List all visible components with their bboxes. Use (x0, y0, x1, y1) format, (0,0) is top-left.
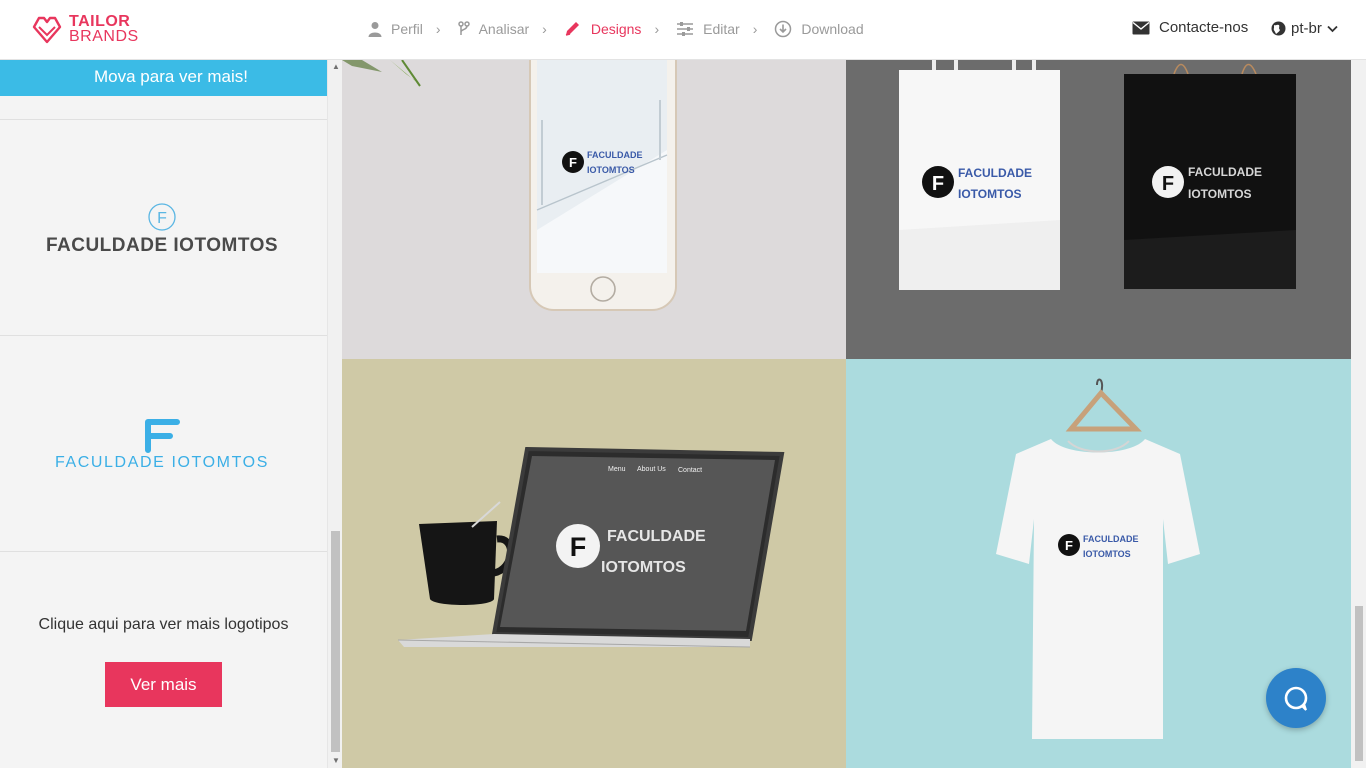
tshirt-brand-line1: FACULDADE (1083, 534, 1139, 544)
language-label: pt-br (1291, 20, 1322, 37)
phone-brand-line1: FACULDADE (587, 150, 643, 160)
laptop-illustration: Menu About Us Contact F FACULDADE IOTOMT… (397, 446, 785, 648)
pencil-icon (565, 22, 579, 36)
contact-label: Contacte-nos (1159, 19, 1249, 36)
step-analisar[interactable]: Analisar (457, 21, 530, 37)
phone-mockup: F FACULDADE IOTOMTOS (342, 60, 846, 359)
shopping-bags-mockup: F FACULDADE IOTOMTOS F FACULDADE IOTOMTO… (846, 60, 1351, 359)
logo-preview: FACULDADE IOTOMTOS (55, 419, 269, 471)
laptop-brand-line1: FACULDADE (607, 528, 706, 545)
sliders-icon (677, 22, 694, 36)
step-label: Analisar (478, 21, 530, 37)
chat-button[interactable] (1266, 668, 1326, 728)
download-icon (775, 20, 792, 38)
black-bag-brand-line2: IOTOMTOS (1188, 187, 1252, 201)
mockup-grid: F FACULDADE IOTOMTOS F FACULDADE IOTOMTO… (342, 60, 1351, 768)
more-logos-text: Clique aqui para ver mais logotipos (38, 616, 289, 633)
black-bag-logo-mark: F (1162, 173, 1174, 195)
step-designs[interactable]: Designs (564, 21, 642, 37)
more-logos-card: Clique aqui para ver mais logotipos Ver … (0, 551, 327, 768)
logo-name: FACULDADE IOTOMTOS (55, 454, 269, 471)
step-download[interactable]: Download (774, 20, 864, 38)
sidebar-scrollbar[interactable]: ▲ ▼ (327, 60, 342, 768)
phone-brand-line2: IOTOMTOS (587, 165, 635, 175)
chevron-right-icon: › (654, 21, 660, 37)
tailor-brands-logo[interactable]: TAILOR BRANDS (31, 13, 139, 45)
chevron-right-icon: › (542, 21, 547, 37)
black-bag-brand-line1: FACULDADE (1188, 165, 1262, 179)
laptop-brand-line2: IOTOMTOS (601, 559, 686, 576)
bags-illustration: F FACULDADE IOTOMTOS F FACULDADE IOTOMTO… (899, 60, 1296, 290)
phone-logo-mark: F (569, 155, 577, 170)
logo-option-1[interactable]: F FACULDADE IOTOMTOS (0, 119, 327, 335)
page-scrollbar[interactable] (1351, 60, 1366, 768)
language-selector[interactable]: pt-br (1271, 20, 1338, 37)
tshirt-logo-mark: F (1065, 538, 1073, 553)
laptop-menu-item-3: Contact (678, 467, 702, 474)
heart-logo-icon (32, 16, 62, 44)
scroll-up-icon[interactable]: ▲ (332, 62, 340, 71)
logo-name: FACULDADE IOTOMTOS (46, 235, 278, 256)
phone-illustration: F FACULDADE IOTOMTOS (342, 60, 677, 311)
laptop-mockup: Menu About Us Contact F FACULDADE IOTOMT… (342, 359, 846, 768)
logo-text-line2: BRANDS (69, 28, 139, 45)
chevron-down-icon (1327, 25, 1338, 32)
user-icon (368, 22, 382, 37)
chevron-right-icon: › (435, 21, 441, 37)
progress-steps: Perfil › Analisar › Designs › Editar › D… (368, 20, 864, 38)
white-bag-logo-mark: F (932, 173, 944, 195)
laptop-logo-mark: F (570, 532, 587, 562)
page-scroll-thumb[interactable] (1355, 606, 1363, 761)
globe-icon (1271, 21, 1286, 36)
sidebar-scroll-thumb[interactable] (331, 531, 340, 752)
scroll-hint-banner: Mova para ver mais! (0, 60, 342, 96)
step-label: Editar (703, 21, 740, 37)
laptop-menu-item-1: Menu (608, 466, 626, 473)
step-editar[interactable]: Editar (676, 21, 740, 37)
top-header: TAILOR BRANDS Perfil › Analisar › Design… (0, 0, 1366, 60)
tshirt-brand-line2: IOTOMTOS (1083, 549, 1131, 559)
branch-icon (457, 21, 470, 35)
contact-link[interactable]: Contacte-nos (1132, 19, 1248, 36)
envelope-icon (1132, 21, 1150, 34)
step-label: Designs (590, 21, 642, 37)
laptop-menu-item-2: About Us (637, 466, 666, 473)
step-perfil[interactable]: Perfil (368, 21, 423, 37)
logo-preview: F FACULDADE IOTOMTOS (46, 203, 278, 256)
chat-bubble-icon (1284, 686, 1308, 711)
step-label: Download (801, 21, 864, 37)
scroll-down-icon[interactable]: ▼ (332, 756, 340, 765)
white-bag-brand-line1: FACULDADE (958, 166, 1032, 180)
logo-mark: F (157, 210, 167, 227)
chevron-right-icon: › (752, 21, 758, 37)
logo-option-2[interactable]: FACULDADE IOTOMTOS (0, 335, 327, 551)
logo-sidebar: Mova para ver mais! F FACULDADE IOTOMTOS… (0, 60, 342, 768)
white-bag-brand-line2: IOTOMTOS (958, 187, 1022, 201)
ver-mais-button[interactable]: Ver mais (105, 662, 222, 707)
logo-text-line1: TAILOR (69, 13, 131, 30)
step-label: Perfil (391, 21, 423, 37)
